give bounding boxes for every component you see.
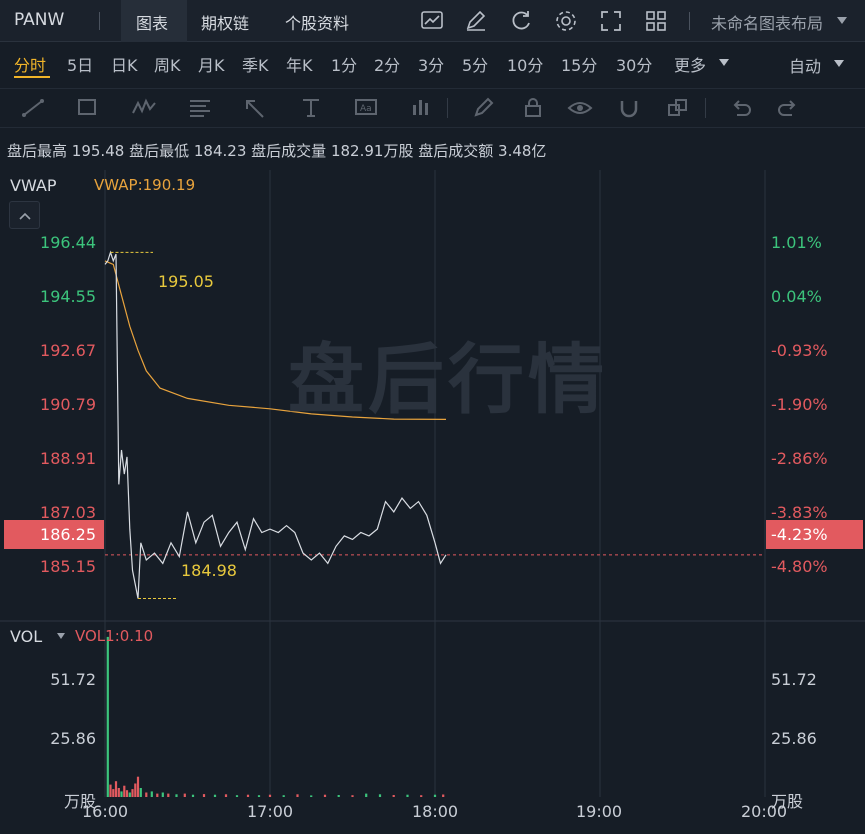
current-price-tag: 186.25 [4,520,104,549]
vwap-indicator-label[interactable]: VWAP [10,176,56,195]
volume-bar [235,795,239,797]
current-pct-tag: -4.23% [766,520,863,549]
volume-bar [109,784,112,797]
volume-bar [365,793,368,797]
volume-bar [128,792,131,797]
volume-bar [175,794,178,797]
volume-bar [161,792,164,797]
volume-bar [114,781,118,797]
volume-bar [323,794,327,797]
volume-tick: 51.72 [771,670,817,689]
chevron-down-icon [57,633,65,639]
x-tick: 17:00 [247,802,294,821]
volume-tick: 25.86 [771,729,817,748]
volume-bar [246,794,250,797]
volume-bar [202,794,206,797]
volume-bar [282,795,285,797]
current-pct-value: -4.23% [771,525,828,544]
volume-bar [191,794,195,797]
volume-bar [167,793,170,797]
volume-tick: 25.86 [50,729,96,748]
price-tick: 192.67 [40,341,96,360]
price-tick: 190.79 [40,395,96,414]
volume-bar [117,788,120,797]
volume-bar [257,795,261,797]
volume-bar [150,791,153,797]
volume-bar [112,789,115,797]
volume-bar [442,794,445,797]
chevron-up-icon [19,212,31,220]
volume-bar [433,794,437,797]
volume-bar [296,794,299,797]
pct-tick: -0.93% [771,341,828,360]
watermark-text: 盘后行情 [288,335,608,424]
x-tick: 16:00 [82,802,129,821]
volume-bar [145,792,148,797]
volume-bar [268,794,272,797]
volume-bar [134,783,137,797]
price-tick: 196.44 [40,233,96,252]
volume-bar [351,795,354,797]
volume-bar [131,789,134,797]
volume-bar [337,795,340,797]
pct-tick: -4.80% [771,557,828,576]
volume-bar [120,791,123,797]
volume-bar [310,795,313,797]
volume-bar [213,794,217,797]
volume-bar [224,794,228,797]
vol-indicator-label[interactable]: VOL [10,627,42,646]
vol-indicator-value: VOL1:0.10 [75,627,154,645]
volume-bar [136,776,140,797]
price-tick: 188.91 [40,449,96,468]
collapse-panel-button[interactable] [9,201,40,229]
pct-tick: -1.90% [771,395,828,414]
price-tick: 185.15 [40,557,96,576]
pct-tick: 1.01% [771,233,822,252]
volume-bar [392,795,395,797]
volume-bar [420,795,423,797]
volume-bar [378,794,382,797]
volume-bar [106,636,109,797]
low-marker-label: 184.98 [181,561,237,580]
vwap-indicator-value: VWAP:190.19 [94,176,196,194]
x-tick: 20:00 [741,802,788,821]
volume-bar [123,785,126,797]
volume-bar [125,790,129,797]
x-tick: 18:00 [412,802,459,821]
volume-bar [406,794,409,797]
volume-bar [183,793,186,797]
volume-bar [156,793,159,797]
pct-tick: 0.04% [771,287,822,306]
volume-tick: 51.72 [50,670,96,689]
volume-bar [139,788,142,797]
high-marker-label: 195.05 [158,272,214,291]
x-tick: 19:00 [576,802,623,821]
current-price-value: 186.25 [40,525,96,544]
price-tick: 194.55 [40,287,96,306]
pct-tick: -2.86% [771,449,828,468]
